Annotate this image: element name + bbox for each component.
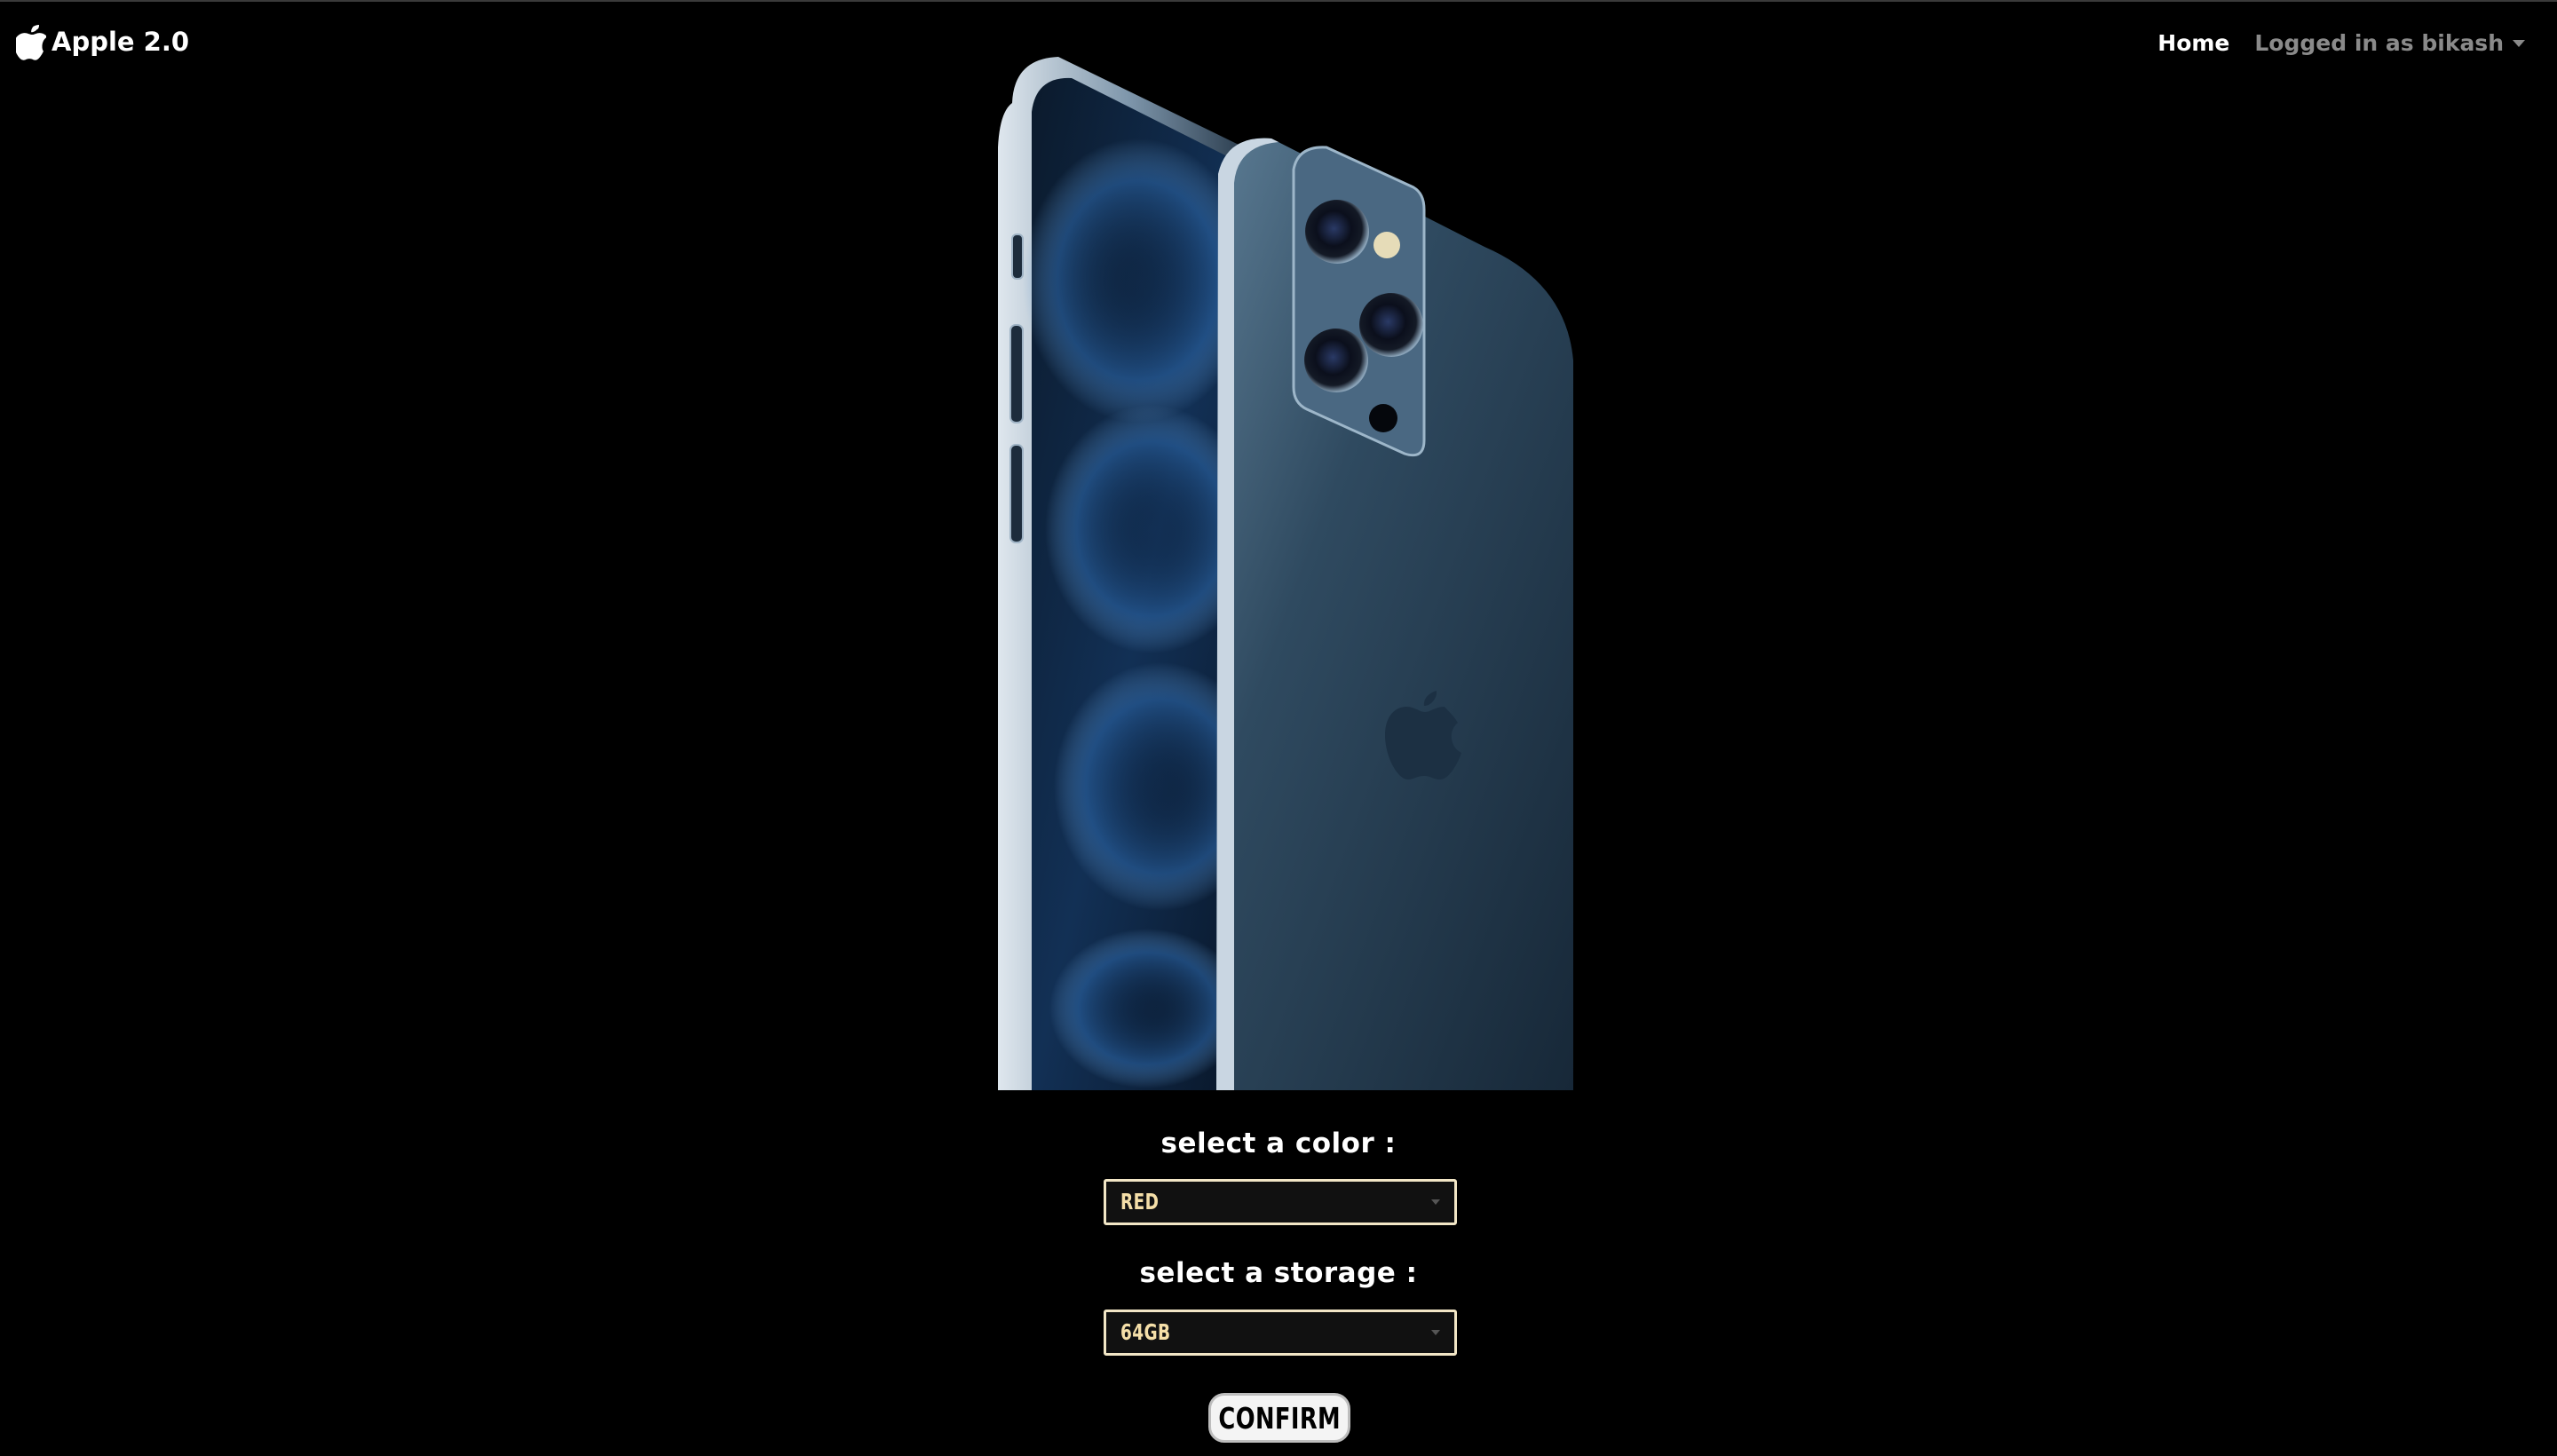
apple-logo-icon [16, 23, 46, 60]
storage-select-value: 64GB [1120, 1319, 1171, 1345]
color-select[interactable]: RED [1104, 1179, 1457, 1225]
user-menu-label: Logged in as bikash [2254, 29, 2504, 56]
nav-home-link[interactable]: Home [2157, 30, 2229, 56]
color-select-value: RED [1120, 1189, 1160, 1215]
confirm-button[interactable]: CONFIRM [1208, 1393, 1350, 1443]
confirm-button-label: CONFIRM [1218, 1400, 1341, 1436]
brand-link[interactable]: Apple 2.0 [16, 21, 189, 62]
storage-select[interactable]: 64GB [1104, 1310, 1457, 1356]
brand-name: Apple 2.0 [51, 27, 190, 57]
storage-label: select a storage : [1139, 1257, 1418, 1289]
chevron-down-icon [1431, 1199, 1440, 1205]
caret-down-icon [2513, 40, 2525, 47]
color-label: select a color : [1160, 1128, 1397, 1159]
user-menu-dropdown[interactable]: Logged in as bikash [2254, 30, 2525, 56]
chevron-down-icon [1431, 1330, 1440, 1335]
nav-right: Home Logged in as bikash [2157, 25, 2525, 60]
product-image [996, 50, 1573, 1090]
